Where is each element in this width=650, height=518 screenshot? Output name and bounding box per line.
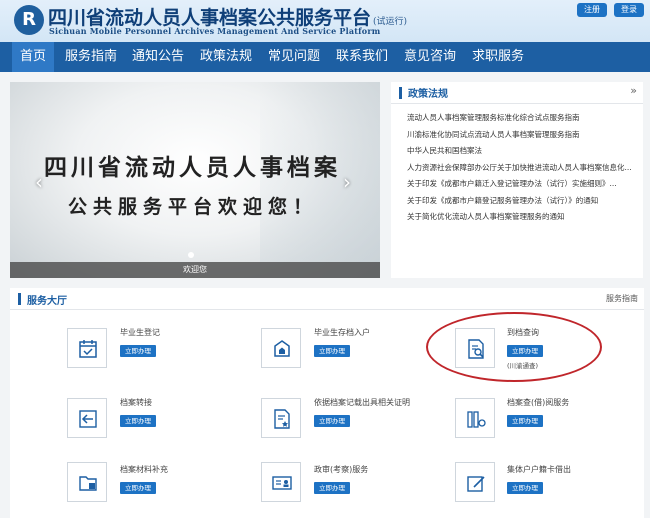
- archive-transfer-button[interactable]: 立即办理: [120, 415, 156, 427]
- carousel-prev-icon[interactable]: ‹: [32, 172, 46, 192]
- banner-headline: 四川省流动人员人事档案: [44, 154, 341, 181]
- banner-carousel[interactable]: 四川省流动人员人事档案 公共服务平台欢迎您！ ‹ › 欢迎您: [10, 82, 380, 278]
- policy-link[interactable]: 流动人员人事档案管理服务标准化综合试点服务指南: [407, 110, 639, 127]
- political-review-button[interactable]: 立即办理: [314, 482, 350, 494]
- nav-item-notices[interactable]: 通知公告: [128, 42, 188, 72]
- service-hall-header: 服务大厅 服务指南: [10, 288, 644, 310]
- graduate-registration-button[interactable]: 立即办理: [120, 345, 156, 357]
- service-name-political-review: 政审(考察)服务: [314, 465, 369, 474]
- service-name-archive-inquiry: 到档查询: [507, 328, 539, 337]
- id-card-icon[interactable]: [261, 462, 301, 502]
- policy-link[interactable]: 关于简化优化流动人员人事档案管理服务的通知: [407, 209, 639, 226]
- more-arrow-icon[interactable]: »: [630, 84, 637, 97]
- carousel-dot[interactable]: [188, 252, 194, 258]
- main-nav: 首页 服务指南 通知公告 政策法规 常见问题 联系我们 意见咨询 求职服务: [0, 42, 650, 72]
- service-name-archive-supplement: 档案材料补充: [120, 465, 168, 474]
- calendar-check-icon[interactable]: [67, 328, 107, 368]
- archive-lookup-button[interactable]: 立即办理: [507, 415, 543, 427]
- nav-item-home[interactable]: 首页: [12, 42, 54, 72]
- archive-certificate-button[interactable]: 立即办理: [314, 415, 350, 427]
- archive-supplement-button[interactable]: 立即办理: [120, 482, 156, 494]
- policy-list: 流动人员人事档案管理服务标准化综合试点服务指南 川渝标准化协同试点流动人员人事档…: [407, 110, 639, 226]
- carousel-next-icon[interactable]: ›: [340, 172, 354, 192]
- nav-item-faq[interactable]: 常见问题: [264, 42, 324, 72]
- archive-inquiry-button[interactable]: 立即办理: [507, 345, 543, 357]
- folder-add-icon[interactable]: [67, 462, 107, 502]
- document-search-icon[interactable]: [455, 328, 495, 368]
- logo-icon: R: [14, 5, 44, 35]
- banner-caption: 欢迎您: [183, 265, 207, 274]
- service-name-archive-transfer: 档案转接: [120, 398, 152, 407]
- nav-item-policies[interactable]: 政策法规: [196, 42, 256, 72]
- graduate-archive-residency-button[interactable]: 立即办理: [314, 345, 350, 357]
- archive-inquiry-note: (川渝通查): [507, 362, 539, 370]
- service-hall: 服务大厅 服务指南 毕业生登记 立即办理 毕业生存档入户 立即办理 到档查询 立…: [10, 288, 644, 518]
- policy-link[interactable]: 川渝标准化协同试点流动人员人事档案管理服务指南: [407, 127, 639, 144]
- section-marker: [18, 293, 21, 305]
- banner-subheadline: 公共服务平台欢迎您！: [68, 196, 319, 218]
- books-icon[interactable]: [455, 398, 495, 438]
- site-header: R 四川省流动人员人事档案公共服务平台 (试运行) Sichuan Mobile …: [0, 0, 650, 42]
- site-subtitle: Sichuan Mobile Personnel Archives Manage…: [49, 26, 381, 36]
- policy-link[interactable]: 关于印发《成都市户籍迁入登记管理办法（试行）实施细则》...: [407, 176, 639, 193]
- service-name-household-card-loan: 集体户户籍卡借出: [507, 465, 571, 474]
- policy-link[interactable]: 人力资源社会保障部办公厅关于加快推进流动人员人事档案信息化...: [407, 160, 639, 177]
- policy-panel-title: 政策法规: [408, 89, 448, 100]
- transfer-icon[interactable]: [67, 398, 107, 438]
- service-name-archive-certificate: 依据档案记载出具相关证明: [314, 398, 410, 407]
- certificate-icon[interactable]: [261, 398, 301, 438]
- nav-item-service-guide[interactable]: 服务指南: [61, 42, 121, 72]
- section-marker: [399, 87, 402, 99]
- banner-caption-bar: 欢迎您: [10, 262, 380, 278]
- policy-panel-header: 政策法规 »: [391, 82, 643, 104]
- service-hall-title: 服务大厅: [27, 296, 67, 307]
- register-button[interactable]: 注册: [577, 3, 607, 17]
- nav-item-contact[interactable]: 联系我们: [332, 42, 392, 72]
- edit-card-icon[interactable]: [455, 462, 495, 502]
- policy-link[interactable]: 中华人民共和国档案法: [407, 143, 639, 160]
- service-name-graduate-registration: 毕业生登记: [120, 328, 160, 337]
- policy-link[interactable]: 关于印发《成都市户籍登记服务管理办法（试行）》的通知: [407, 193, 639, 210]
- login-button[interactable]: 登录: [614, 3, 644, 17]
- nav-item-feedback[interactable]: 意见咨询: [400, 42, 460, 72]
- service-name-archive-lookup: 档案查(借)阅服务: [507, 398, 570, 407]
- service-name-graduate-archive-residency: 毕业生存档入户: [314, 328, 370, 337]
- policy-panel: 政策法规 » 流动人员人事档案管理服务标准化综合试点服务指南 川渝标准化协同试点…: [391, 82, 643, 278]
- household-card-loan-button[interactable]: 立即办理: [507, 482, 543, 494]
- home-icon[interactable]: [261, 328, 301, 368]
- service-guide-link[interactable]: 服务指南: [606, 293, 638, 304]
- nav-item-jobs[interactable]: 求职服务: [468, 42, 528, 72]
